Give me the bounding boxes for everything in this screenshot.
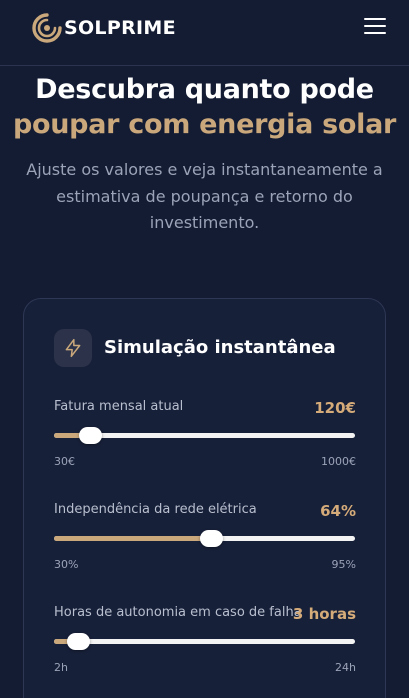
hamburger-menu-icon[interactable] <box>364 18 386 38</box>
brand-logo[interactable]: SOLPRIME <box>30 11 176 45</box>
slider-track[interactable] <box>54 633 355 650</box>
card-title: Simulação instantânea <box>104 337 336 358</box>
simulation-card: Simulação instantânea Fatura mensal atua… <box>23 298 386 698</box>
slider-max-label: 24h <box>335 661 356 674</box>
site-header: SOLPRIME <box>0 0 409 66</box>
slider-min-label: 30€ <box>54 455 75 468</box>
page: SOLPRIME Descubra quanto pode poupar com… <box>0 0 409 698</box>
hero-title-line-1: Descubra quanto pode <box>35 74 374 105</box>
slider-max-label: 95% <box>331 558 356 571</box>
slider-min-label: 2h <box>54 661 68 674</box>
lightning-bolt-icon <box>54 329 92 367</box>
slider-value: 3 horas <box>292 605 356 623</box>
slider-label: Independência da rede elétrica <box>54 502 257 517</box>
hero-subtitle-line-1: Ajuste os valores e veja instantaneament… <box>26 160 383 179</box>
brand-name: SOLPRIME <box>64 17 176 39</box>
slider-thumb[interactable] <box>67 633 91 650</box>
slider-thumb[interactable] <box>199 530 223 547</box>
slider-value: 120€ <box>314 399 356 417</box>
slider-track[interactable] <box>54 530 355 547</box>
slider-fill <box>54 536 211 541</box>
slider-min-label: 30% <box>54 558 79 571</box>
slider-label: Fatura mensal atual <box>54 399 184 414</box>
hero-title-line-2: poupar com energia solar <box>12 109 397 140</box>
slider-value: 64% <box>320 502 356 520</box>
slider-thumb[interactable] <box>79 427 103 444</box>
grid-independence-slider: Independência da rede elétrica 64% 30% 9… <box>54 502 356 582</box>
hero-subtitle: Ajuste os valores e veja instantaneament… <box>24 157 385 237</box>
slider-track[interactable] <box>54 427 355 444</box>
slider-max-label: 1000€ <box>321 455 356 468</box>
slider-label: Horas de autonomia em caso de falha <box>54 605 302 620</box>
backup-hours-slider: Horas de autonomia em caso de falha 3 ho… <box>54 605 356 685</box>
hero-subtitle-line-2: estimativa de poupança e retorno do <box>56 186 353 206</box>
monthly-bill-slider: Fatura mensal atual 120€ 30€ 1000€ <box>54 399 356 479</box>
sun-logo-icon <box>32 13 62 43</box>
hero-subtitle-line-3: investimento. <box>149 213 260 232</box>
